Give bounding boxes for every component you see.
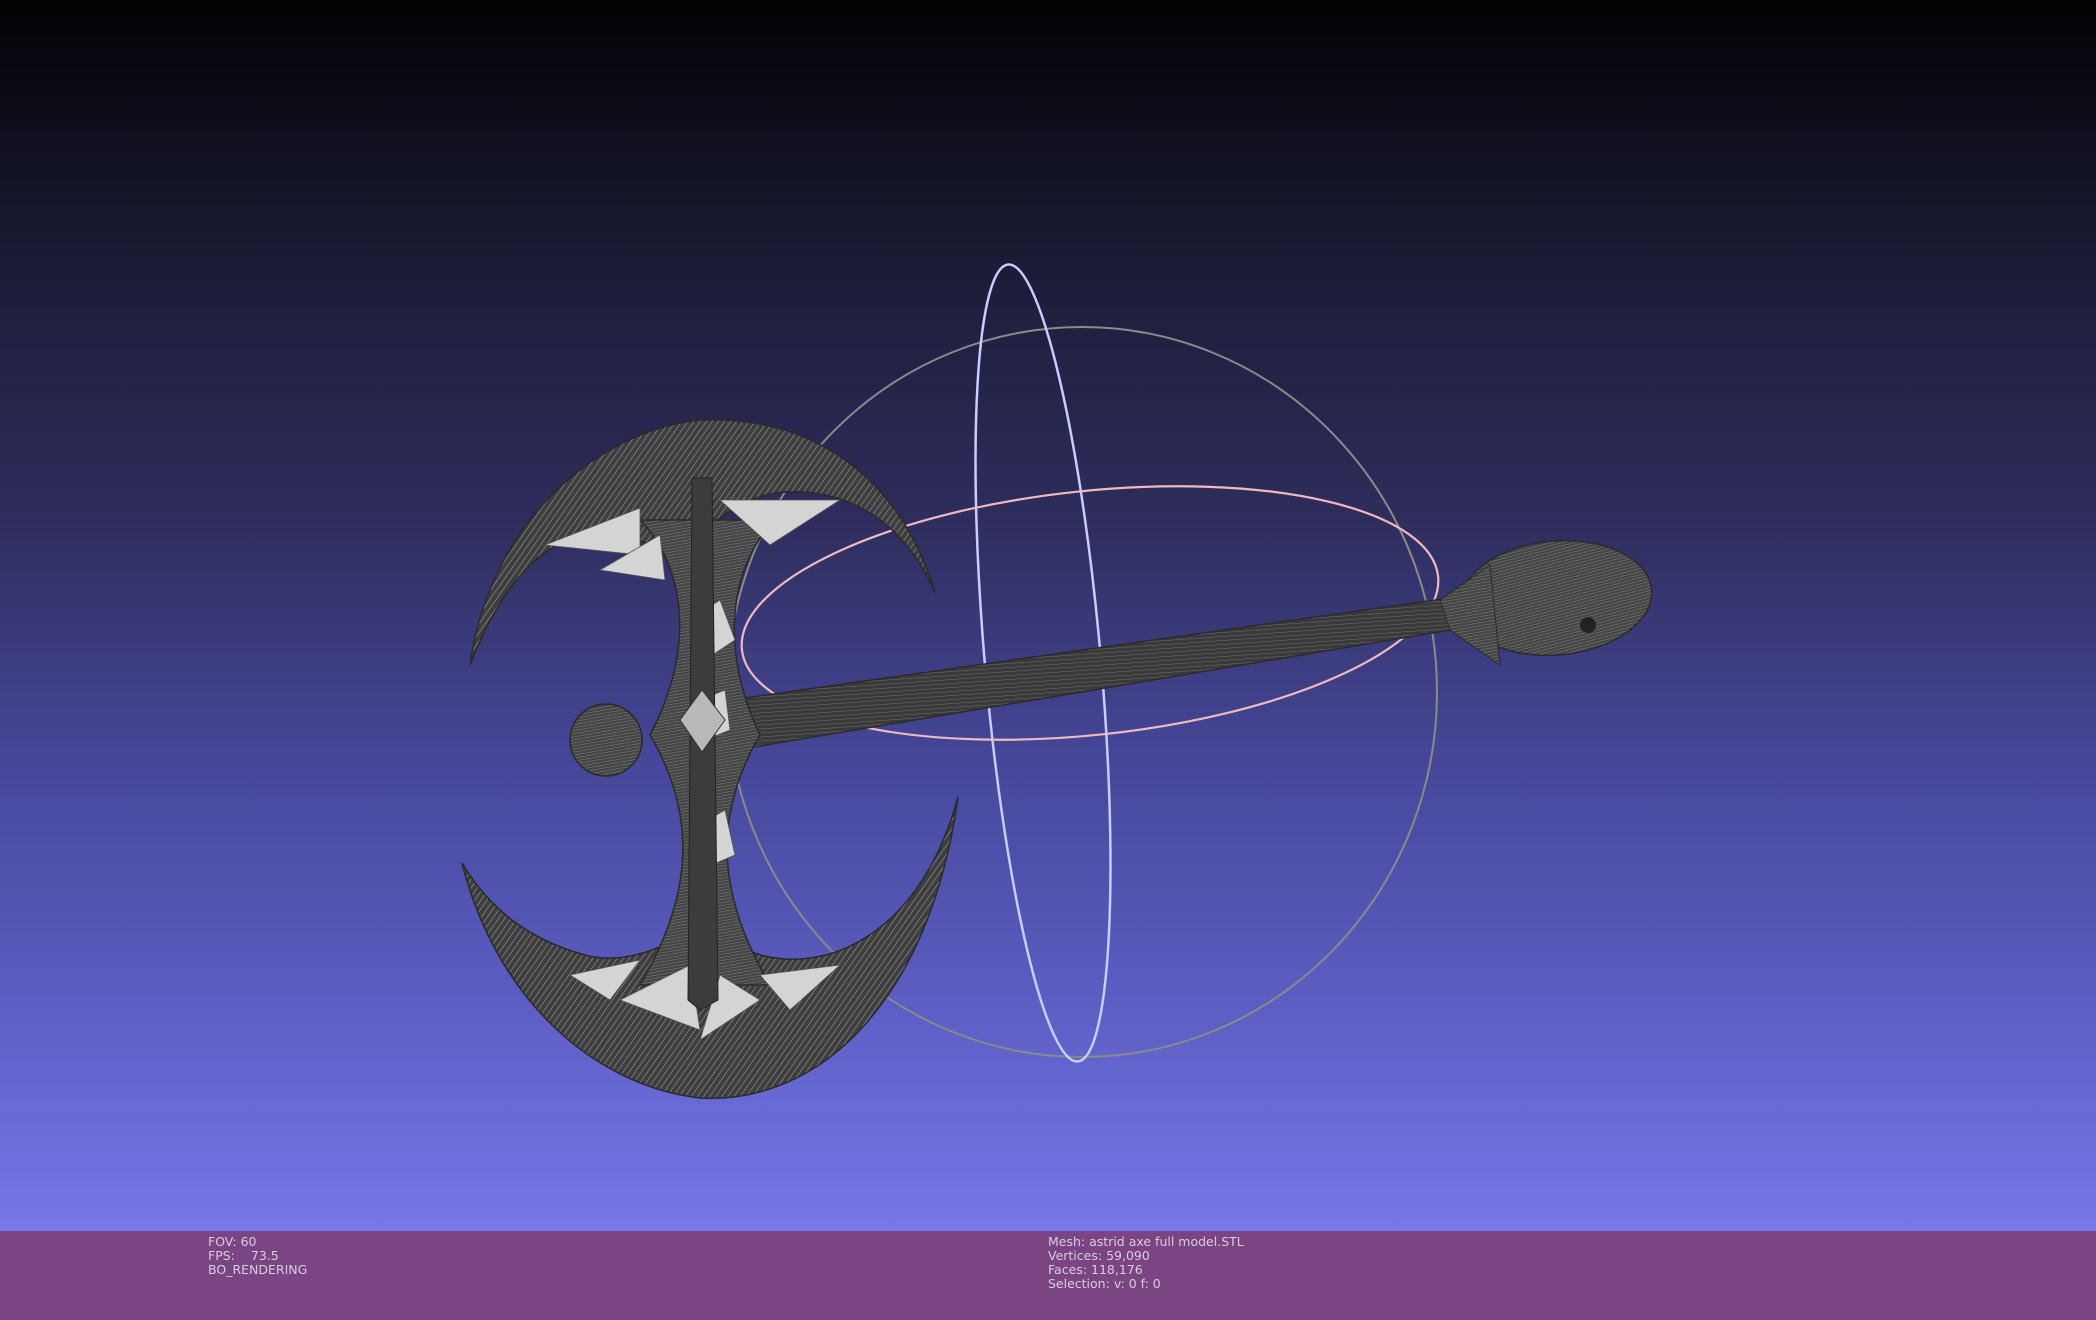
viewport-canvas[interactable] (0, 0, 2096, 1231)
mesh-info: Mesh: astrid axe full model.STL Vertices… (1048, 1235, 1244, 1291)
faces-label: Faces: (1048, 1262, 1087, 1277)
fov-row: FOV: 60 (208, 1235, 307, 1249)
mesh-name: astrid axe full model.STL (1089, 1234, 1244, 1249)
wireframe-battle-axe-icon[interactable] (461, 418, 1657, 1100)
meshlab-window: FOV: 60 FPS: 73.5 BO_RENDERING Mesh: ast… (0, 0, 2096, 1320)
selection-label: Selection: (1048, 1276, 1110, 1291)
axe-handle (744, 597, 1464, 749)
fov-value: 60 (240, 1234, 257, 1249)
3d-viewport[interactable] (0, 0, 2096, 1231)
status-bar: FOV: 60 FPS: 73.5 BO_RENDERING Mesh: ast… (0, 1231, 2096, 1320)
vertices-row: Vertices: 59,090 (1048, 1249, 1244, 1263)
axe-pommel-neck (1439, 564, 1501, 667)
selection-value: v: 0 f: 0 (1113, 1276, 1161, 1291)
axe-back-knob (569, 703, 643, 777)
fps-row: FPS: 73.5 (208, 1249, 307, 1263)
axe-pommel-dot (1580, 617, 1596, 633)
vertices-value: 59,090 (1106, 1248, 1150, 1263)
faces-value: 118,176 (1091, 1262, 1143, 1277)
mesh-row: Mesh: astrid axe full model.STL (1048, 1235, 1244, 1249)
fov-label: FOV: (208, 1234, 237, 1249)
selection-row: Selection: v: 0 f: 0 (1048, 1277, 1244, 1291)
faces-row: Faces: 118,176 (1048, 1263, 1244, 1277)
mesh-label: Mesh: (1048, 1234, 1086, 1249)
fps-value: 73.5 (250, 1248, 279, 1263)
render-info: FOV: 60 FPS: 73.5 BO_RENDERING (208, 1235, 307, 1277)
rendering-mode-row: BO_RENDERING (208, 1263, 307, 1277)
vertices-label: Vertices: (1048, 1248, 1103, 1263)
rendering-mode: BO_RENDERING (208, 1262, 308, 1277)
fps-label: FPS: (208, 1248, 235, 1263)
